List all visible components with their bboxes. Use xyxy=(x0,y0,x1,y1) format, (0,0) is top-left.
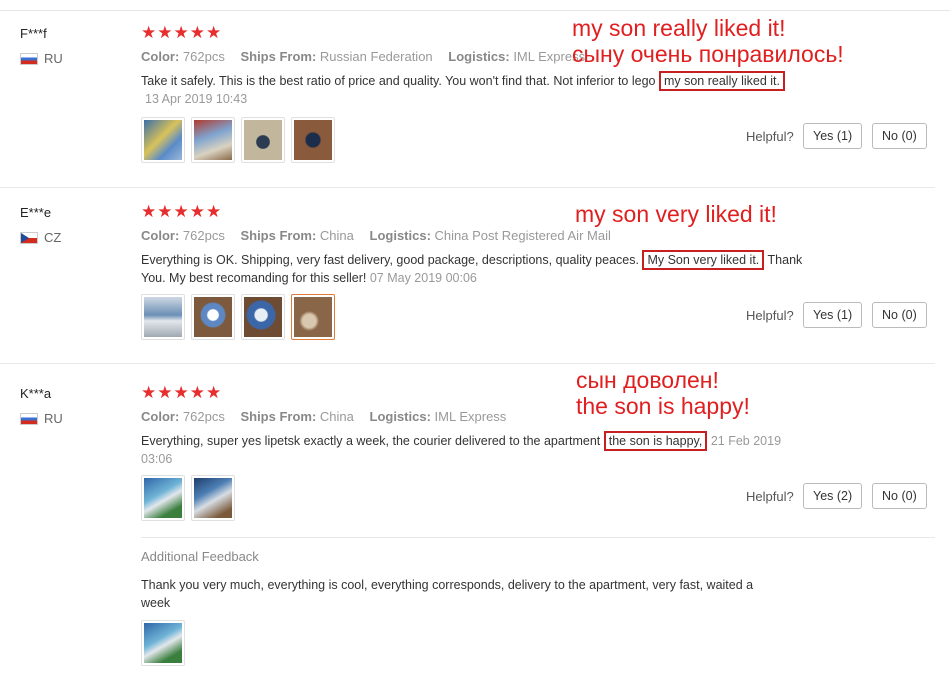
logistics-value: IML Express xyxy=(434,409,507,424)
review-text-body: Take it safely. This is the best ratio o… xyxy=(141,74,656,88)
helpful-label: Helpful? xyxy=(746,489,794,504)
review-photo[interactable] xyxy=(141,620,185,666)
reviewer-country: RU xyxy=(20,51,63,66)
star-rating: ★★★★★ xyxy=(141,23,223,42)
star-rating: ★★★★★ xyxy=(141,383,223,402)
annotation-line-1: my son really liked it! xyxy=(572,15,786,41)
review-divider xyxy=(0,363,935,364)
top-divider xyxy=(0,10,950,11)
ships-from-value: Russian Federation xyxy=(319,49,433,64)
review-text-continued: You. My best recomanding for this seller… xyxy=(141,271,367,285)
country-code: RU xyxy=(44,51,63,66)
review-text: Everything, super yes lipetsk exactly a … xyxy=(141,431,841,451)
annotation-line-1: сын доволен! xyxy=(576,367,719,393)
review-photo[interactable] xyxy=(241,294,285,340)
reviewer-country: RU xyxy=(20,411,63,426)
helpful-label: Helpful? xyxy=(746,129,794,144)
helpful-no-button[interactable]: No (0) xyxy=(872,483,927,509)
color-value: 762pcs xyxy=(182,228,225,243)
review-text-body: Everything is OK. Shipping, very fast de… xyxy=(141,253,639,267)
review-date: 07 May 2019 00:06 xyxy=(369,271,477,285)
ships-from-label: Ships From: xyxy=(240,409,317,424)
color-value: 762pcs xyxy=(182,49,225,64)
order-meta: Color: 762pcs Ships From: China Logistic… xyxy=(141,409,518,424)
helpful-yes-button[interactable]: Yes (1) xyxy=(803,123,863,149)
order-meta: Color: 762pcs Ships From: China Logistic… xyxy=(141,228,623,243)
ships-from-value: China xyxy=(319,409,354,424)
reviewer-name: E***e xyxy=(20,205,52,220)
feedback-photos xyxy=(141,620,185,666)
review-divider xyxy=(0,187,935,188)
highlighted-phrase: My Son very liked it. xyxy=(642,250,765,270)
logistics-value: China Post Registered Air Mail xyxy=(434,228,611,243)
review-photo[interactable] xyxy=(191,117,235,163)
annotation-line-1: my son very liked it! xyxy=(575,201,777,227)
logistics-label: Logistics: xyxy=(369,409,431,424)
review-photo[interactable] xyxy=(141,475,185,521)
additional-feedback-text: Thank you very much, everything is cool,… xyxy=(141,576,753,612)
review-text-line-2: You. My best recomanding for this seller… xyxy=(141,269,477,287)
highlighted-phrase: my son really liked it. xyxy=(658,71,785,91)
review-photo[interactable] xyxy=(191,475,235,521)
review-photo[interactable] xyxy=(141,294,185,340)
logistics-label: Logistics: xyxy=(369,228,431,243)
helpful-no-button[interactable]: No (0) xyxy=(872,123,927,149)
order-meta: Color: 762pcs Ships From: Russian Federa… xyxy=(141,49,597,64)
country-code: RU xyxy=(44,411,63,426)
russia-flag-icon xyxy=(20,412,38,425)
czech-flag-icon xyxy=(20,231,38,244)
russia-flag-icon xyxy=(20,52,38,65)
ships-from-value: China xyxy=(319,228,354,243)
review-photo[interactable] xyxy=(191,294,235,340)
ships-from-label: Ships From: xyxy=(240,49,317,64)
review-photos xyxy=(141,117,335,163)
review-photos xyxy=(141,475,235,521)
color-value: 762pcs xyxy=(182,409,225,424)
highlighted-phrase: the son is happy, xyxy=(603,431,708,451)
color-label: Color: xyxy=(141,409,180,424)
review-time: 03:06 xyxy=(141,452,173,466)
review-photos xyxy=(141,294,335,340)
annotation-line-2: the son is happy! xyxy=(576,393,750,419)
country-code: CZ xyxy=(44,230,62,245)
review-photo[interactable] xyxy=(291,117,335,163)
reviewer-name: K***a xyxy=(20,386,52,401)
helpful-yes-button[interactable]: Yes (1) xyxy=(803,302,863,328)
reviewer-name: F***f xyxy=(20,26,47,41)
star-rating: ★★★★★ xyxy=(141,202,223,221)
helpful-no-button[interactable]: No (0) xyxy=(872,302,927,328)
review-text: Take it safely. This is the best ratio o… xyxy=(141,71,861,91)
color-label: Color: xyxy=(141,49,180,64)
annotation-line-2: сыну очень понравилось! xyxy=(572,41,844,67)
ships-from-label: Ships From: xyxy=(240,228,317,243)
review-photo[interactable] xyxy=(141,117,185,163)
additional-feedback-line-2: week xyxy=(141,596,171,610)
additional-feedback-line-1: Thank you very much, everything is cool,… xyxy=(141,578,754,592)
helpful-label: Helpful? xyxy=(746,308,794,323)
color-label: Color: xyxy=(141,228,180,243)
review-photo[interactable] xyxy=(241,117,285,163)
review-date: 13 Apr 2019 10:43 xyxy=(145,92,248,106)
review-text-body: Everything, super yes lipetsk exactly a … xyxy=(141,434,601,448)
helpful-yes-button[interactable]: Yes (2) xyxy=(803,483,863,509)
feedback-divider xyxy=(141,537,935,538)
additional-feedback-title: Additional Feedback xyxy=(141,549,259,564)
review-photo[interactable] xyxy=(291,294,335,340)
review-text-tail: Thank xyxy=(767,253,803,267)
reviewer-country: CZ xyxy=(20,230,61,245)
logistics-label: Logistics: xyxy=(448,49,510,64)
review-text: Everything is OK. Shipping, very fast de… xyxy=(141,250,861,270)
review-date: 21 Feb 2019 xyxy=(710,434,782,448)
